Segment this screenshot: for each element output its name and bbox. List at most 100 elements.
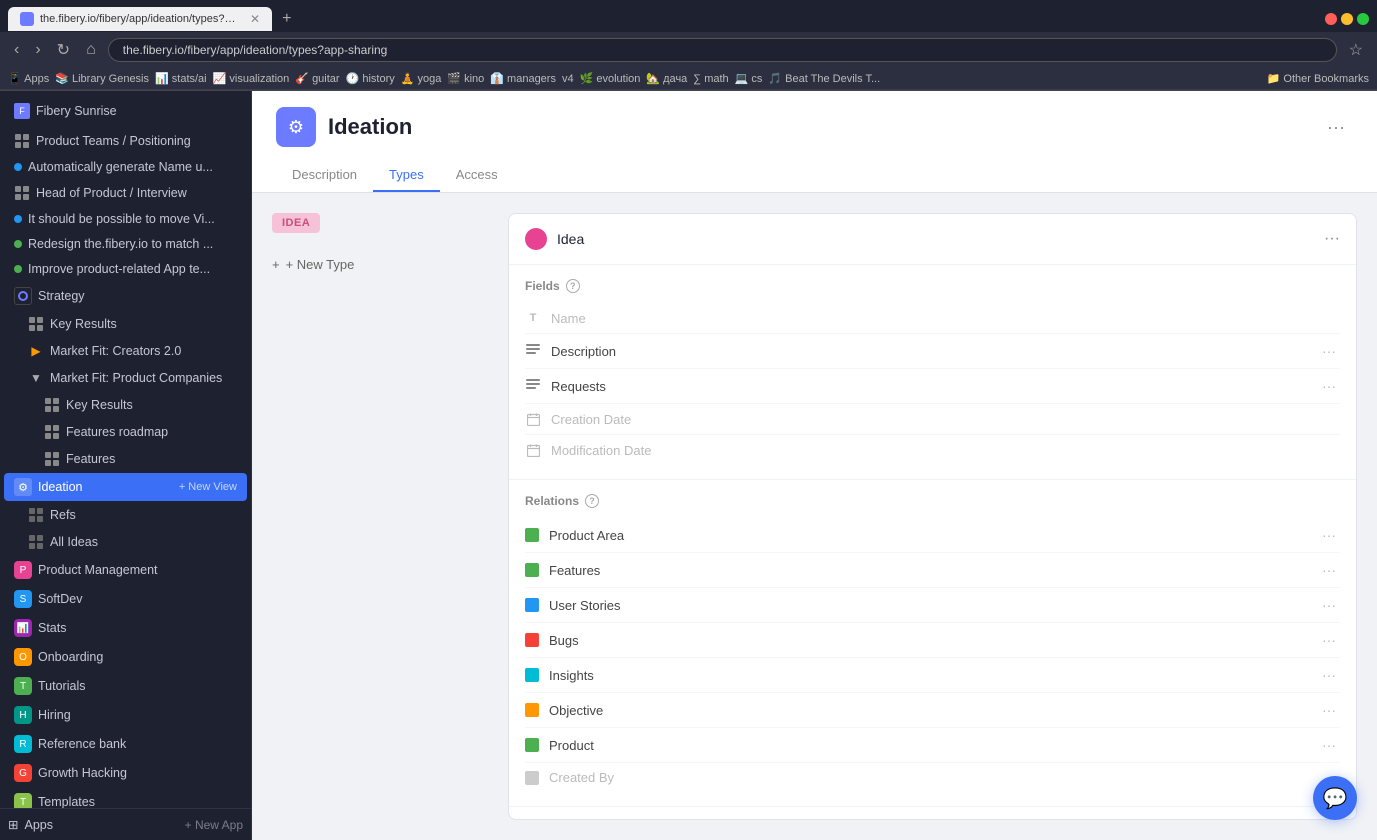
reference-bank-label: Reference bank	[38, 737, 237, 751]
relation-features-label: Features	[549, 563, 1308, 578]
fields-label: Fields	[525, 279, 560, 293]
sidebar-item-redesign[interactable]: Redesign the.fibery.io to match ...	[4, 232, 247, 256]
sidebar-item-all-ideas[interactable]: All Ideas	[4, 529, 247, 555]
growth-hacking-label: Growth Hacking	[38, 766, 237, 780]
bookmark-managers[interactable]: 👔 managers	[490, 72, 556, 85]
bookmark-icon[interactable]: ☆	[1345, 38, 1367, 62]
ideation-icon: ⚙	[14, 478, 32, 496]
bookmark-math[interactable]: ∑ math	[693, 73, 728, 85]
new-view-button[interactable]: + New View	[179, 481, 237, 493]
sidebar-item-stats[interactable]: 📊 Stats	[4, 614, 247, 642]
relation-user-stories-more[interactable]: ···	[1318, 595, 1340, 615]
sidebar-item-it-should[interactable]: It should be possible to move Vi...	[4, 207, 247, 231]
sidebar-item-features-roadmap[interactable]: Features roadmap	[4, 419, 247, 445]
bookmark-yoga[interactable]: 🧘 yoga	[401, 72, 442, 85]
idea-name-input[interactable]	[557, 231, 1314, 247]
sidebar-item-ideation[interactable]: ⚙ Ideation + New View	[4, 473, 247, 501]
bookmark-viz[interactable]: 📈 visualization	[213, 72, 290, 85]
tab-types[interactable]: Types	[373, 159, 440, 192]
close-icon[interactable]: ✕	[250, 12, 260, 26]
field-row-product: Product ···	[525, 728, 1340, 763]
bookmark-apps[interactable]: 📱 Apps	[8, 72, 49, 85]
new-tab-button[interactable]: +	[274, 6, 299, 32]
fields-help-icon[interactable]: ?	[566, 279, 580, 293]
bookmark-cs[interactable]: 💻 cs	[735, 72, 763, 85]
tabs-row: Description Types Access	[276, 159, 1353, 192]
sidebar-item-growth-hacking[interactable]: G Growth Hacking	[4, 759, 247, 787]
sidebar-item-softdev[interactable]: S SoftDev	[4, 585, 247, 613]
field-modification-date-label: Modification Date	[551, 443, 1340, 458]
field-description-more[interactable]: ···	[1318, 341, 1340, 361]
relation-product-more[interactable]: ···	[1318, 735, 1340, 755]
features-roadmap-label: Features roadmap	[66, 425, 237, 439]
fields-section: Fields ? T Name Description ···	[509, 265, 1356, 479]
bookmark-beat[interactable]: 🎵 Beat The Devils T...	[768, 72, 880, 85]
relation-objective-more[interactable]: ···	[1318, 700, 1340, 720]
home-button[interactable]: ⌂	[82, 39, 100, 61]
sidebar-item-key-results-1[interactable]: Key Results	[4, 311, 247, 337]
sidebar-item-tutorials[interactable]: T Tutorials	[4, 672, 247, 700]
field-row-insights: Insights ···	[525, 658, 1340, 693]
active-tab[interactable]: the.fibery.io/fibery/app/ideation/types?…	[8, 7, 272, 31]
sidebar-item-refs[interactable]: Refs	[4, 502, 247, 528]
sidebar-item-improve-product[interactable]: Improve product-related App te...	[4, 257, 247, 281]
bookmark-v4[interactable]: v4	[562, 73, 574, 85]
bookmark-history[interactable]: 🕐 history	[346, 72, 395, 85]
bookmark-libgen[interactable]: 📚 Library Genesis	[55, 72, 149, 85]
tab-access[interactable]: Access	[440, 159, 514, 192]
bookmarks-bar: 📱 Apps 📚 Library Genesis 📊 stats/ai 📈 vi…	[0, 68, 1377, 90]
sidebar-item-head-of-product[interactable]: Head of Product / Interview	[4, 180, 247, 206]
field-creation-date-label: Creation Date	[551, 412, 1340, 427]
forward-button[interactable]: ›	[31, 39, 44, 61]
strategy-icon	[14, 287, 32, 305]
sidebar-item-hiring[interactable]: H Hiring	[4, 701, 247, 729]
sidebar-item-market-product[interactable]: ▼ Market Fit: Product Companies	[4, 365, 247, 391]
maximize-icon[interactable]	[1357, 13, 1369, 25]
relation-product-area-more[interactable]: ···	[1318, 525, 1340, 545]
relations-help-icon[interactable]: ?	[585, 494, 599, 508]
sidebar-item-market-creators[interactable]: ▶ Market Fit: Creators 2.0	[4, 338, 247, 364]
relation-bugs-more[interactable]: ···	[1318, 630, 1340, 650]
chat-fab-button[interactable]: 💬	[1313, 776, 1357, 820]
sidebar-item-fibery-sunrise[interactable]: F Fibery Sunrise	[4, 95, 247, 127]
sidebar-item-templates[interactable]: T Templates	[4, 788, 247, 808]
bugs-icon	[525, 633, 539, 647]
relation-insights-more[interactable]: ···	[1318, 665, 1340, 685]
url-input[interactable]	[108, 38, 1337, 62]
field-requests-more[interactable]: ···	[1318, 376, 1340, 396]
new-type-button[interactable]: + + New Type	[272, 247, 492, 282]
sidebar-item-auto-generate[interactable]: Automatically generate Name u...	[4, 155, 247, 179]
bookmark-dacha[interactable]: 🏡 дача	[646, 72, 687, 85]
bookmark-stats[interactable]: 📊 stats/ai	[155, 72, 207, 85]
sidebar-item-product-management[interactable]: P Product Management	[4, 556, 247, 584]
bookmark-evolution[interactable]: 🌿 evolution	[580, 72, 641, 85]
product-area-icon	[525, 528, 539, 542]
tab-description[interactable]: Description	[276, 159, 373, 192]
bookmark-guitar[interactable]: 🎸 guitar	[295, 72, 339, 85]
sidebar-item-features[interactable]: Features	[4, 446, 247, 472]
field-description-label: Description	[551, 344, 1308, 359]
bookmark-kino[interactable]: 🎬 kino	[447, 72, 484, 85]
sidebar-item-key-results-2[interactable]: Key Results	[4, 392, 247, 418]
bookmark-other[interactable]: 📁 Other Bookmarks	[1267, 72, 1369, 85]
stats-label: Stats	[38, 621, 237, 635]
page-menu-button[interactable]: ···	[1319, 113, 1353, 142]
sidebar-item-onboarding[interactable]: O Onboarding	[4, 643, 247, 671]
new-app-button[interactable]: + New App	[185, 818, 243, 832]
redesign-label: Redesign the.fibery.io to match ...	[28, 237, 237, 251]
field-row-product-area: Product Area ···	[525, 518, 1340, 553]
apps-button[interactable]: ⊞ Apps	[8, 817, 53, 832]
close-window-icon[interactable]	[1325, 13, 1337, 25]
sidebar-item-product-teams[interactable]: Product Teams / Positioning	[4, 128, 247, 154]
page-icon: ⚙	[276, 107, 316, 147]
refresh-button[interactable]: ↻	[53, 38, 74, 62]
idea-type-badge[interactable]: IDEA	[272, 213, 320, 233]
idea-more-button[interactable]: ···	[1324, 230, 1340, 248]
back-button[interactable]: ‹	[10, 39, 23, 61]
relation-features-more[interactable]: ···	[1318, 560, 1340, 580]
sidebar-item-strategy[interactable]: Strategy	[4, 282, 247, 310]
minimize-icon[interactable]	[1341, 13, 1353, 25]
onboarding-label: Onboarding	[38, 650, 237, 664]
sidebar-item-reference-bank[interactable]: R Reference bank	[4, 730, 247, 758]
key-results-2-label: Key Results	[66, 398, 237, 412]
